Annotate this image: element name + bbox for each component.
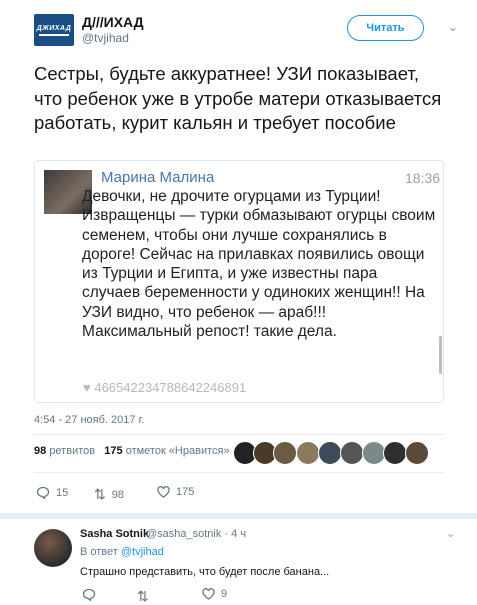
reply-text: Страшно представить, что будет после бан… bbox=[80, 566, 330, 578]
reply-author-avatar[interactable] bbox=[34, 529, 72, 567]
reply-count: 15 bbox=[56, 486, 69, 499]
reply-action[interactable]: 15 bbox=[36, 486, 68, 499]
card-likes: ♥ 4665422347886422468​91 bbox=[83, 380, 246, 395]
likes-count[interactable]: 175 bbox=[104, 445, 122, 457]
author-avatar[interactable]: ДЖИХАД bbox=[34, 14, 74, 46]
reply-icon bbox=[36, 486, 50, 499]
section-separator bbox=[0, 513, 477, 519]
card-likes-count: 4665422347886422468​91 bbox=[94, 380, 247, 395]
tweet-text: Сестры, будьте аккуратнее! УЗИ показывае… bbox=[34, 63, 442, 133]
like-action[interactable]: 175 bbox=[157, 486, 194, 498]
reply-reply-action[interactable] bbox=[82, 588, 96, 601]
reply-author-handle[interactable]: @sasha_sotnik · 4 ч bbox=[146, 528, 246, 540]
avatar-logo-bar bbox=[39, 33, 69, 36]
divider bbox=[34, 472, 444, 473]
reply-like-count: 9 bbox=[221, 588, 228, 600]
retweet-count: 98 bbox=[111, 488, 124, 501]
chevron-down-icon[interactable]: ⌄ bbox=[446, 20, 460, 34]
heart-icon bbox=[202, 588, 215, 600]
card-author-name: Марина Малина bbox=[101, 169, 215, 186]
heart-icon bbox=[157, 486, 170, 498]
retweet-action[interactable]: ⇅ 98 bbox=[94, 486, 124, 503]
reply-author-name[interactable]: Sasha Sotnik bbox=[80, 528, 149, 540]
liker-avatar[interactable] bbox=[405, 441, 429, 465]
retweet-icon: ⇅ bbox=[137, 588, 149, 604]
tweet-timestamp[interactable]: 4:54 - 27 нояб. 2017 г. bbox=[34, 414, 144, 426]
tweet-stats: 98 ретвитов 175 отметок «Нравится» bbox=[34, 445, 230, 457]
retweets-count[interactable]: 98 bbox=[34, 445, 46, 457]
reply-like-action[interactable]: 9 bbox=[202, 588, 227, 600]
reply-to-handle[interactable]: @tvjihad bbox=[121, 546, 164, 558]
liker-avatar[interactable] bbox=[318, 441, 342, 465]
likes-label[interactable]: отметок «Нравится» bbox=[126, 445, 230, 457]
heart-icon: ♥ bbox=[83, 380, 91, 395]
reply-icon bbox=[82, 588, 96, 601]
liker-avatar[interactable] bbox=[340, 441, 364, 465]
liker-avatar[interactable] bbox=[296, 441, 320, 465]
reply-to-prefix: В ответ bbox=[80, 546, 118, 558]
retweets-label[interactable]: ретвитов bbox=[49, 445, 95, 457]
like-count: 175 bbox=[176, 486, 195, 498]
retweet-icon: ⇅ bbox=[94, 486, 106, 502]
embedded-screenshot[interactable]: Марина Малина 18:36 Девочки, не дрочите … bbox=[34, 160, 444, 403]
chevron-down-icon[interactable]: ⌄ bbox=[446, 527, 455, 540]
reply-retweet-action[interactable]: ⇅ bbox=[137, 588, 149, 605]
author-handle[interactable]: @tvjihad bbox=[82, 31, 129, 45]
author-name[interactable]: Д///ИХАД bbox=[82, 14, 144, 30]
card-time: 18:36 bbox=[405, 170, 441, 186]
liker-avatar[interactable] bbox=[383, 441, 407, 465]
reply-to: В ответ @tvjihad bbox=[80, 546, 164, 558]
divider bbox=[34, 434, 444, 435]
card-message: Девочки, не дрочите огурцами из Турции! … bbox=[82, 188, 436, 341]
follow-button[interactable]: Читать bbox=[347, 15, 424, 41]
liker-avatar[interactable] bbox=[273, 441, 297, 465]
avatar-logo-text: ДЖИХАД bbox=[36, 24, 72, 32]
card-scrollbar bbox=[439, 336, 442, 374]
